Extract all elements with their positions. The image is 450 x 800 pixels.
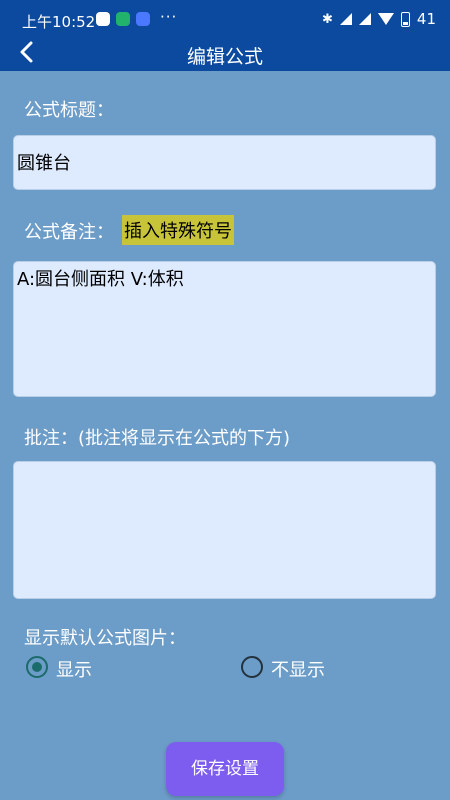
battery-level: 41 xyxy=(416,10,436,28)
radio-show-label[interactable]: 显示 xyxy=(56,656,92,682)
battery-icon xyxy=(400,11,410,27)
note-label: 公式备注： xyxy=(24,222,114,243)
signal-icon-2 xyxy=(358,13,371,25)
save-settings-button[interactable]: 保存设置 xyxy=(166,742,284,796)
status-bar: 上午10:52 ··· ✱ 41 xyxy=(0,0,450,38)
more-notifications-icon: ··· xyxy=(160,8,178,26)
notification-icon-3 xyxy=(136,12,150,26)
page-title: 编辑公式 xyxy=(186,46,263,68)
note-input[interactable]: A:圆台侧面积 V:体积 xyxy=(13,261,436,397)
insert-symbol-button[interactable]: 插入特殊符号 xyxy=(122,215,234,245)
status-icons: ✱ 41 xyxy=(322,10,436,28)
radio-hide-label[interactable]: 不显示 xyxy=(271,656,325,682)
title-input[interactable]: 圆锥台 xyxy=(13,135,436,190)
radio-show[interactable] xyxy=(26,656,48,678)
notification-icon-2 xyxy=(116,12,130,26)
radio-hide[interactable] xyxy=(241,656,263,678)
notification-icon-1 xyxy=(96,12,110,26)
status-time: 上午10:52 xyxy=(22,13,96,31)
default-image-label: 显示默认公式图片： xyxy=(24,628,186,649)
app-toolbar: 编辑公式 xyxy=(0,38,450,71)
comment-input[interactable] xyxy=(13,461,436,599)
signal-icon-1 xyxy=(339,13,352,25)
bluetooth-icon: ✱ xyxy=(322,11,333,27)
title-label: 公式标题： xyxy=(24,100,114,121)
wifi-icon xyxy=(377,13,394,25)
comment-label: 批注：(批注将显示在公式的下方) xyxy=(24,428,291,449)
